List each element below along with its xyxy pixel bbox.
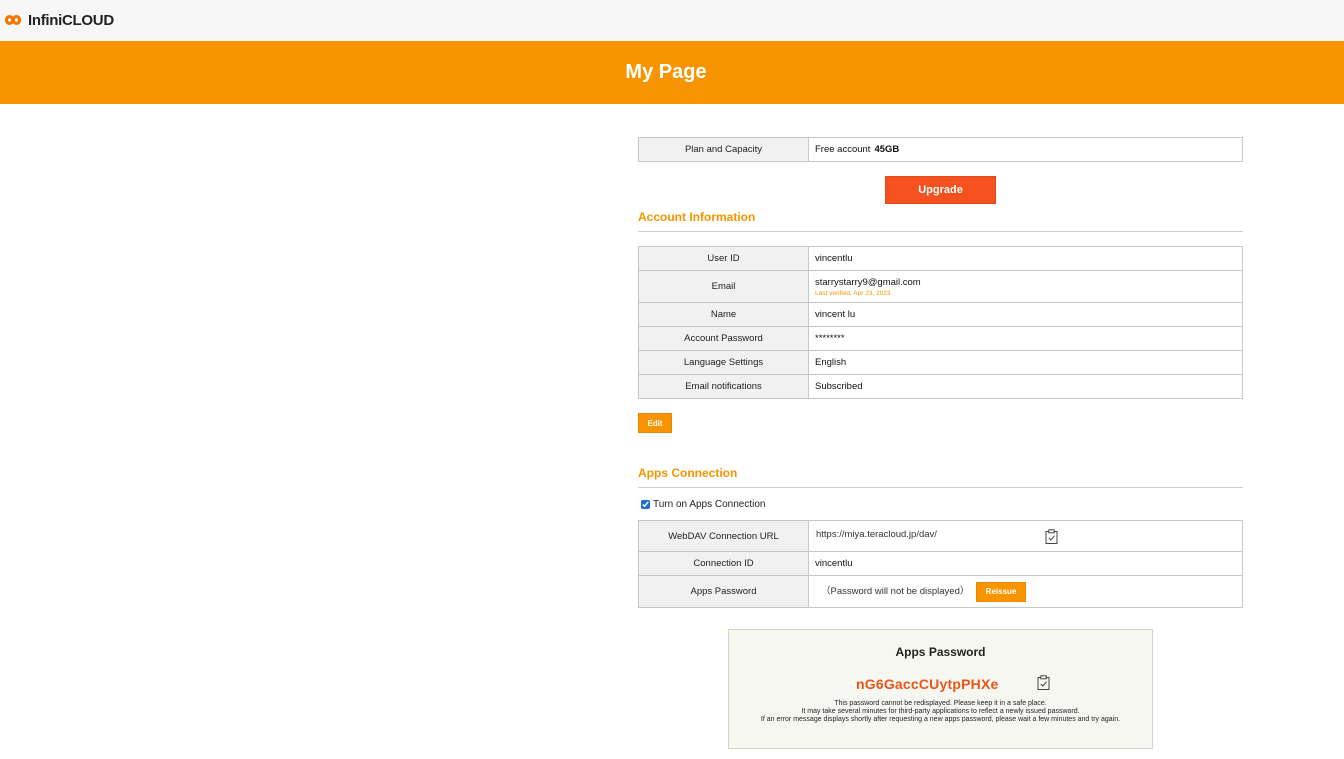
account-password-label: Account Password xyxy=(638,326,809,351)
copy-password-clipboard-icon[interactable] xyxy=(1037,675,1050,695)
apps-connection-toggle-label: Turn on Apps Connection xyxy=(653,499,766,510)
plan-label: Plan and Capacity xyxy=(638,137,809,162)
apps-connection-heading: Apps Connection xyxy=(638,466,1243,488)
connection-table: WebDAV Connection URL https://miya.terac… xyxy=(638,520,1243,608)
page-title: My Page xyxy=(625,61,707,83)
notifications-value: Subscribed xyxy=(808,374,1243,399)
new-apps-password-value[interactable]: nG6GaccCUytpPHXe xyxy=(856,676,998,692)
account-password-value: ******** xyxy=(808,326,1243,351)
account-row-password: Account Password ******** xyxy=(638,326,1243,351)
page-banner: My Page xyxy=(0,41,1344,104)
password-note-line: This password cannot be redisplayed. Ple… xyxy=(834,700,1047,707)
account-table: User ID vincentlu Email starrystarry9@gm… xyxy=(638,246,1243,399)
logo-text: InfiniCLOUD xyxy=(28,11,114,29)
infinity-logo-icon xyxy=(4,15,22,25)
webdav-label: WebDAV Connection URL xyxy=(638,520,809,552)
webdav-url[interactable]: https://miya.teracloud.jp/dav/ xyxy=(816,529,937,540)
infinicloud-logo[interactable]: InfiniCLOUD xyxy=(0,11,114,29)
user-id-value: vincentlu xyxy=(808,246,1243,271)
apps-password-cell: （Password will not be displayed） Reissue xyxy=(808,575,1243,608)
new-apps-password-box: Apps Password nG6GaccCUytpPHXe This pass… xyxy=(728,629,1153,749)
new-apps-password-row: nG6GaccCUytpPHXe xyxy=(729,675,1152,696)
email-cell: starrystarry9@gmail.com Last verified, A… xyxy=(808,270,1243,303)
account-row-user-id: User ID vincentlu xyxy=(638,246,1243,271)
upgrade-button[interactable]: Upgrade xyxy=(885,176,996,204)
main-content: Plan and Capacity Free account 45GB Upgra… xyxy=(638,137,1243,608)
webdav-row: WebDAV Connection URL https://miya.terac… xyxy=(638,520,1243,552)
password-note-line: If an error message displays shortly aft… xyxy=(760,716,1121,723)
user-id-label: User ID xyxy=(638,246,809,271)
apps-connection-toggle-row[interactable]: Turn on Apps Connection xyxy=(638,499,1243,510)
apps-password-note: （Password will not be displayed） xyxy=(821,586,970,598)
apps-connection-section: Apps Connection Turn on Apps Connection … xyxy=(638,466,1243,608)
apps-password-label: Apps Password xyxy=(638,575,809,608)
new-apps-password-notes: This password cannot be redisplayed. Ple… xyxy=(729,700,1152,724)
apps-connection-checkbox[interactable] xyxy=(641,500,650,509)
plan-account-type: Free account xyxy=(815,144,871,155)
account-row-email: Email starrystarry9@gmail.com Last verif… xyxy=(638,270,1243,303)
webdav-cell: https://miya.teracloud.jp/dav/ xyxy=(808,520,1243,552)
plan-row: Plan and Capacity Free account 45GB xyxy=(638,137,1243,162)
notifications-label: Email notifications xyxy=(638,374,809,399)
password-note-line: It may take several minutes for third-pa… xyxy=(801,708,1080,715)
connection-id-label: Connection ID xyxy=(638,551,809,576)
new-apps-password-title: Apps Password xyxy=(895,645,986,659)
plan-value: Free account 45GB xyxy=(808,137,1243,162)
copy-clipboard-icon[interactable] xyxy=(1045,529,1058,547)
email-value: starrystarry9@gmail.com xyxy=(815,276,921,288)
account-row-language: Language Settings English xyxy=(638,350,1243,375)
apps-password-row: Apps Password （Password will not be disp… xyxy=(638,575,1243,608)
account-row-notifications: Email notifications Subscribed xyxy=(638,374,1243,399)
reissue-button[interactable]: Reissue xyxy=(976,581,1027,602)
email-verified-note: Last verified, Apr 23, 2023 xyxy=(815,289,891,297)
top-bar: InfiniCLOUD xyxy=(0,0,1344,41)
plan-table: Plan and Capacity Free account 45GB xyxy=(638,137,1243,162)
edit-button[interactable]: Edit xyxy=(638,413,672,433)
upgrade-wrap: Upgrade xyxy=(638,162,1243,210)
account-information-heading: Account Information xyxy=(638,210,1243,232)
name-value: vincent lu xyxy=(808,302,1243,327)
email-label: Email xyxy=(638,270,809,303)
plan-capacity: 45GB xyxy=(874,144,900,155)
name-label: Name xyxy=(638,302,809,327)
language-value: English xyxy=(808,350,1243,375)
connection-id-value: vincentlu xyxy=(808,551,1243,576)
account-row-name: Name vincent lu xyxy=(638,302,1243,327)
connection-id-row: Connection ID vincentlu xyxy=(638,551,1243,576)
language-label: Language Settings xyxy=(638,350,809,375)
